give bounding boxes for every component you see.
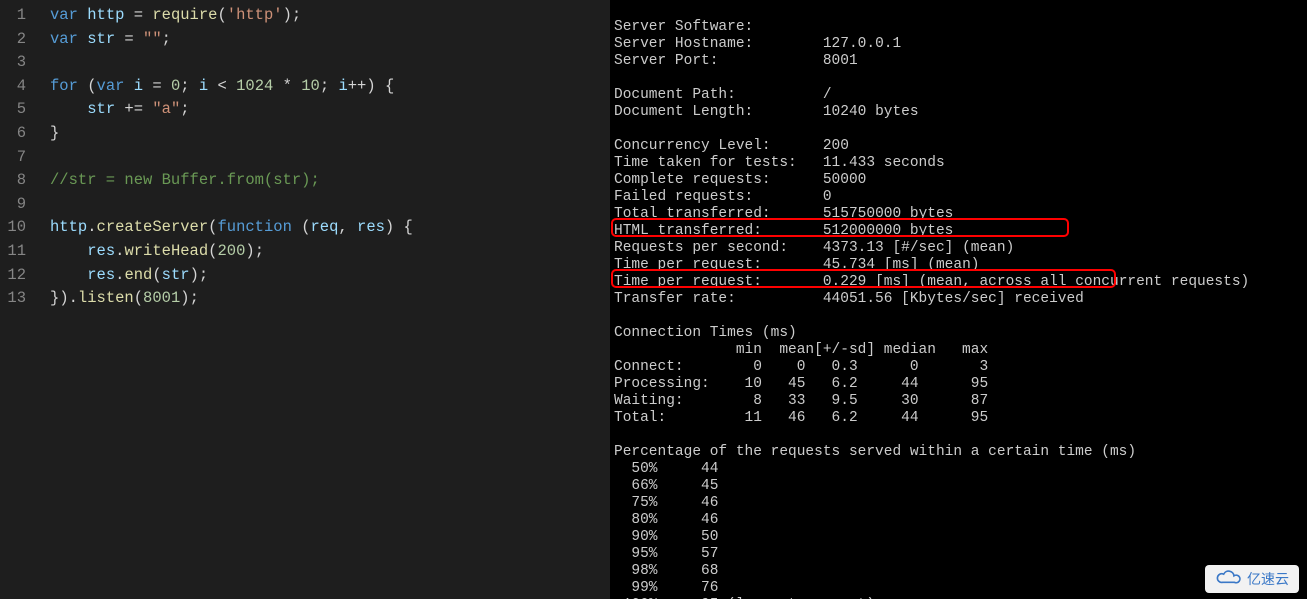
line-number: 5 — [0, 98, 36, 122]
doc-path-label: Document Path: — [614, 87, 736, 103]
tpr1: 45.734 [ms] (mean) — [823, 257, 980, 273]
terminal-output[interactable]: Server Software: Server Hostname: 127.0.… — [610, 0, 1307, 599]
line-number: 1 — [0, 4, 36, 28]
html-trans-label: HTML transferred: — [614, 223, 762, 239]
cloud-icon — [1215, 570, 1241, 589]
code-editor[interactable]: 1 2 3 4 5 6 7 8 9 10 11 12 13 var http =… — [0, 0, 610, 599]
pct-header: Percentage of the requests served within… — [614, 444, 1136, 460]
line-number: 7 — [0, 146, 36, 170]
code-line-13[interactable]: }).listen(8001); — [50, 287, 413, 311]
code-content[interactable]: var http = require('http'); var str = ""… — [36, 0, 413, 599]
conc-level: 200 — [823, 138, 849, 154]
p75: 75% 46 — [614, 495, 718, 511]
doc-length-label: Document Length: — [614, 104, 753, 120]
server-hostname: 127.0.0.1 — [823, 36, 901, 52]
code-line-4[interactable]: for (var i = 0; i < 1024 * 10; i++) { — [50, 75, 413, 99]
total-label: Total: — [614, 410, 666, 426]
failed-label: Failed requests: — [614, 189, 753, 205]
p50: 50% 44 — [614, 461, 718, 477]
code-line-9[interactable] — [50, 193, 413, 217]
code-line-12[interactable]: res.end(str); — [50, 264, 413, 288]
doc-length: 10240 bytes — [823, 104, 919, 120]
line-gutter: 1 2 3 4 5 6 7 8 9 10 11 12 13 — [0, 0, 36, 599]
line-number: 10 — [0, 216, 36, 240]
conn-times-header: Connection Times (ms) — [614, 325, 797, 341]
rps: 4373.13 [#/sec] (mean) — [823, 240, 1014, 256]
doc-path: / — [823, 87, 832, 103]
waiting-label: Waiting: — [614, 393, 684, 409]
code-line-8[interactable]: //str = new Buffer.from(str); — [50, 169, 413, 193]
tpr1-label: Time per request: — [614, 257, 762, 273]
p98: 98% 68 — [614, 563, 718, 579]
code-line-1[interactable]: var http = require('http'); — [50, 4, 413, 28]
processing-row: 10 45 6.2 44 95 — [710, 376, 988, 392]
p90: 90% 50 — [614, 529, 718, 545]
complete-label: Complete requests: — [614, 172, 771, 188]
connect-row: 0 0 0.3 0 3 — [684, 359, 989, 375]
conn-cols: min mean[+/-sd] median max — [614, 342, 988, 358]
line-number: 3 — [0, 51, 36, 75]
tpr2-label: Time per request: — [614, 274, 762, 290]
xfer: 44051.56 [Kbytes/sec] received — [823, 291, 1084, 307]
line-number: 2 — [0, 28, 36, 52]
time-taken-label: Time taken for tests: — [614, 155, 797, 171]
time-taken: 11.433 seconds — [823, 155, 945, 171]
server-hostname-label: Server Hostname: — [614, 36, 753, 52]
code-line-6[interactable]: } — [50, 122, 413, 146]
rps-label: Requests per second: — [614, 240, 788, 256]
line-number: 12 — [0, 264, 36, 288]
line-number: 4 — [0, 75, 36, 99]
server-port-label: Server Port: — [614, 53, 718, 69]
line-number: 11 — [0, 240, 36, 264]
line-number: 9 — [0, 193, 36, 217]
code-line-7[interactable] — [50, 146, 413, 170]
code-line-5[interactable]: str += "a"; — [50, 98, 413, 122]
complete: 50000 — [823, 172, 867, 188]
total-trans: 515750000 bytes — [823, 206, 954, 222]
code-line-11[interactable]: res.writeHead(200); — [50, 240, 413, 264]
total-row: 11 46 6.2 44 95 — [666, 410, 988, 426]
watermark-badge: 亿速云 — [1205, 565, 1299, 593]
html-trans: 512000000 bytes — [823, 223, 954, 239]
waiting-row: 8 33 9.5 30 87 — [684, 393, 989, 409]
app-root: 1 2 3 4 5 6 7 8 9 10 11 12 13 var http =… — [0, 0, 1307, 599]
code-line-10[interactable]: http.createServer(function (req, res) { — [50, 216, 413, 240]
watermark-text: 亿速云 — [1247, 569, 1289, 589]
conc-level-label: Concurrency Level: — [614, 138, 771, 154]
connect-label: Connect: — [614, 359, 684, 375]
p80: 80% 46 — [614, 512, 718, 528]
failed: 0 — [823, 189, 832, 205]
tpr2: 0.229 [ms] (mean, across all concurrent … — [823, 274, 1249, 290]
p99: 99% 76 — [614, 580, 718, 596]
server-software: Server Software: — [614, 19, 753, 35]
line-number: 6 — [0, 122, 36, 146]
processing-label: Processing: — [614, 376, 710, 392]
total-trans-label: Total transferred: — [614, 206, 771, 222]
code-line-3[interactable] — [50, 51, 413, 75]
code-line-2[interactable]: var str = ""; — [50, 28, 413, 52]
server-port: 8001 — [823, 53, 858, 69]
line-number: 13 — [0, 287, 36, 311]
line-number: 8 — [0, 169, 36, 193]
p95: 95% 57 — [614, 546, 718, 562]
p66: 66% 45 — [614, 478, 718, 494]
xfer-label: Transfer rate: — [614, 291, 736, 307]
